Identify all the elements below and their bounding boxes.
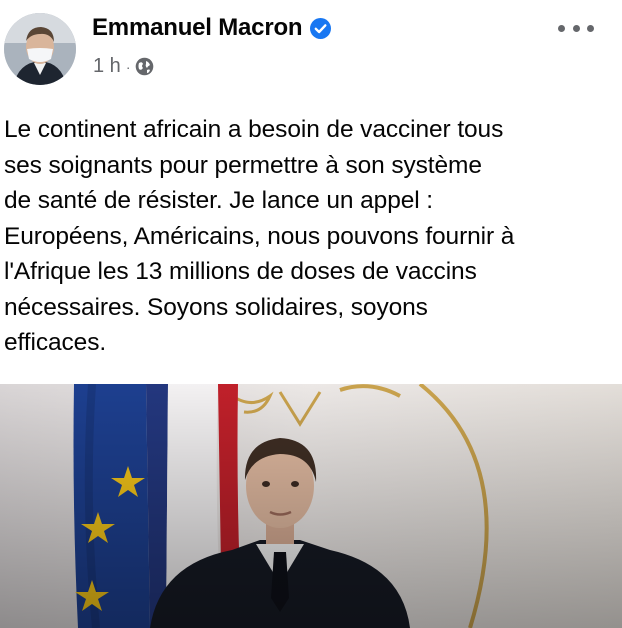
post-timestamp[interactable]: 1 h (93, 55, 121, 78)
globe-icon[interactable] (135, 57, 154, 76)
author-name-label: Emmanuel Macron (92, 14, 303, 41)
post-meta: 1 h · (93, 55, 154, 78)
more-dot (572, 24, 580, 32)
post-photo[interactable] (0, 384, 622, 628)
more-options-icon[interactable] (558, 18, 594, 38)
facebook-post: Emmanuel Macron 1 h · Le continent afric… (0, 0, 622, 628)
more-dot (558, 24, 565, 32)
more-dot (587, 24, 594, 32)
meta-separator: · (125, 58, 131, 75)
post-text: Le continent africain a besoin de vaccin… (4, 116, 515, 356)
post-header: Emmanuel Macron 1 h · (0, 0, 622, 100)
avatar[interactable] (4, 13, 76, 85)
verified-badge-icon (310, 17, 332, 39)
author-name[interactable]: Emmanuel Macron (92, 14, 332, 42)
